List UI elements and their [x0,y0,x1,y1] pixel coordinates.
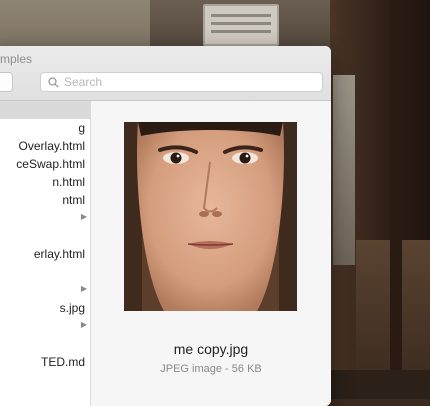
file-name: s.jpg [59,301,85,315]
list-item[interactable]: s.jpg [0,299,90,317]
disclosure-arrow-icon[interactable]: ▶ [81,320,87,329]
preview-filename: me copy.jpg [173,341,249,357]
window-title: mples [0,52,33,66]
list-item[interactable]: ceSwap.html [0,155,90,173]
list-item[interactable]: ntml [0,191,90,209]
list-item[interactable]: TED.md [0,353,90,371]
list-item[interactable]: g [0,119,90,137]
background-window [333,75,355,265]
file-name: ceSwap.html [16,157,85,171]
folder-row[interactable]: ▶ [0,317,90,335]
folder-row[interactable]: ▶ [0,281,90,299]
search-field[interactable]: Search [40,72,323,92]
view-toggle-button[interactable] [0,72,13,92]
preview-file-info: JPEG image - 56 KB [160,363,262,375]
list-item[interactable]: Overlay.html [0,137,90,155]
list-item[interactable]: n.html [0,173,90,191]
titlebar: mples Search [0,46,331,101]
disclosure-arrow-icon[interactable]: ▶ [81,284,87,293]
file-name: n.html [52,175,85,189]
background-floor [330,370,430,399]
file-name: TED.md [40,355,85,369]
background-stripe [390,0,402,399]
selected-file-row[interactable] [0,101,90,119]
list-item[interactable]: erlay.html [0,245,90,263]
search-icon [45,74,61,90]
search-input[interactable]: Search [64,75,102,89]
image-preview [124,122,297,311]
folder-row[interactable]: ▶ [0,209,90,227]
file-name: ntml [62,193,85,207]
file-list: g Overlay.html ceSwap.html n.html ntml ▶… [0,101,91,406]
file-name: Overlay.html [18,139,85,153]
background-air-conditioner [203,4,279,46]
preview-pane: me copy.jpg JPEG image - 56 KB [91,101,331,406]
file-name: g [78,121,85,135]
disclosure-arrow-icon[interactable]: ▶ [81,212,87,221]
file-name: erlay.html [33,247,85,261]
file-picker-window: mples Search g Overlay.html ceSwap.html … [0,46,331,406]
